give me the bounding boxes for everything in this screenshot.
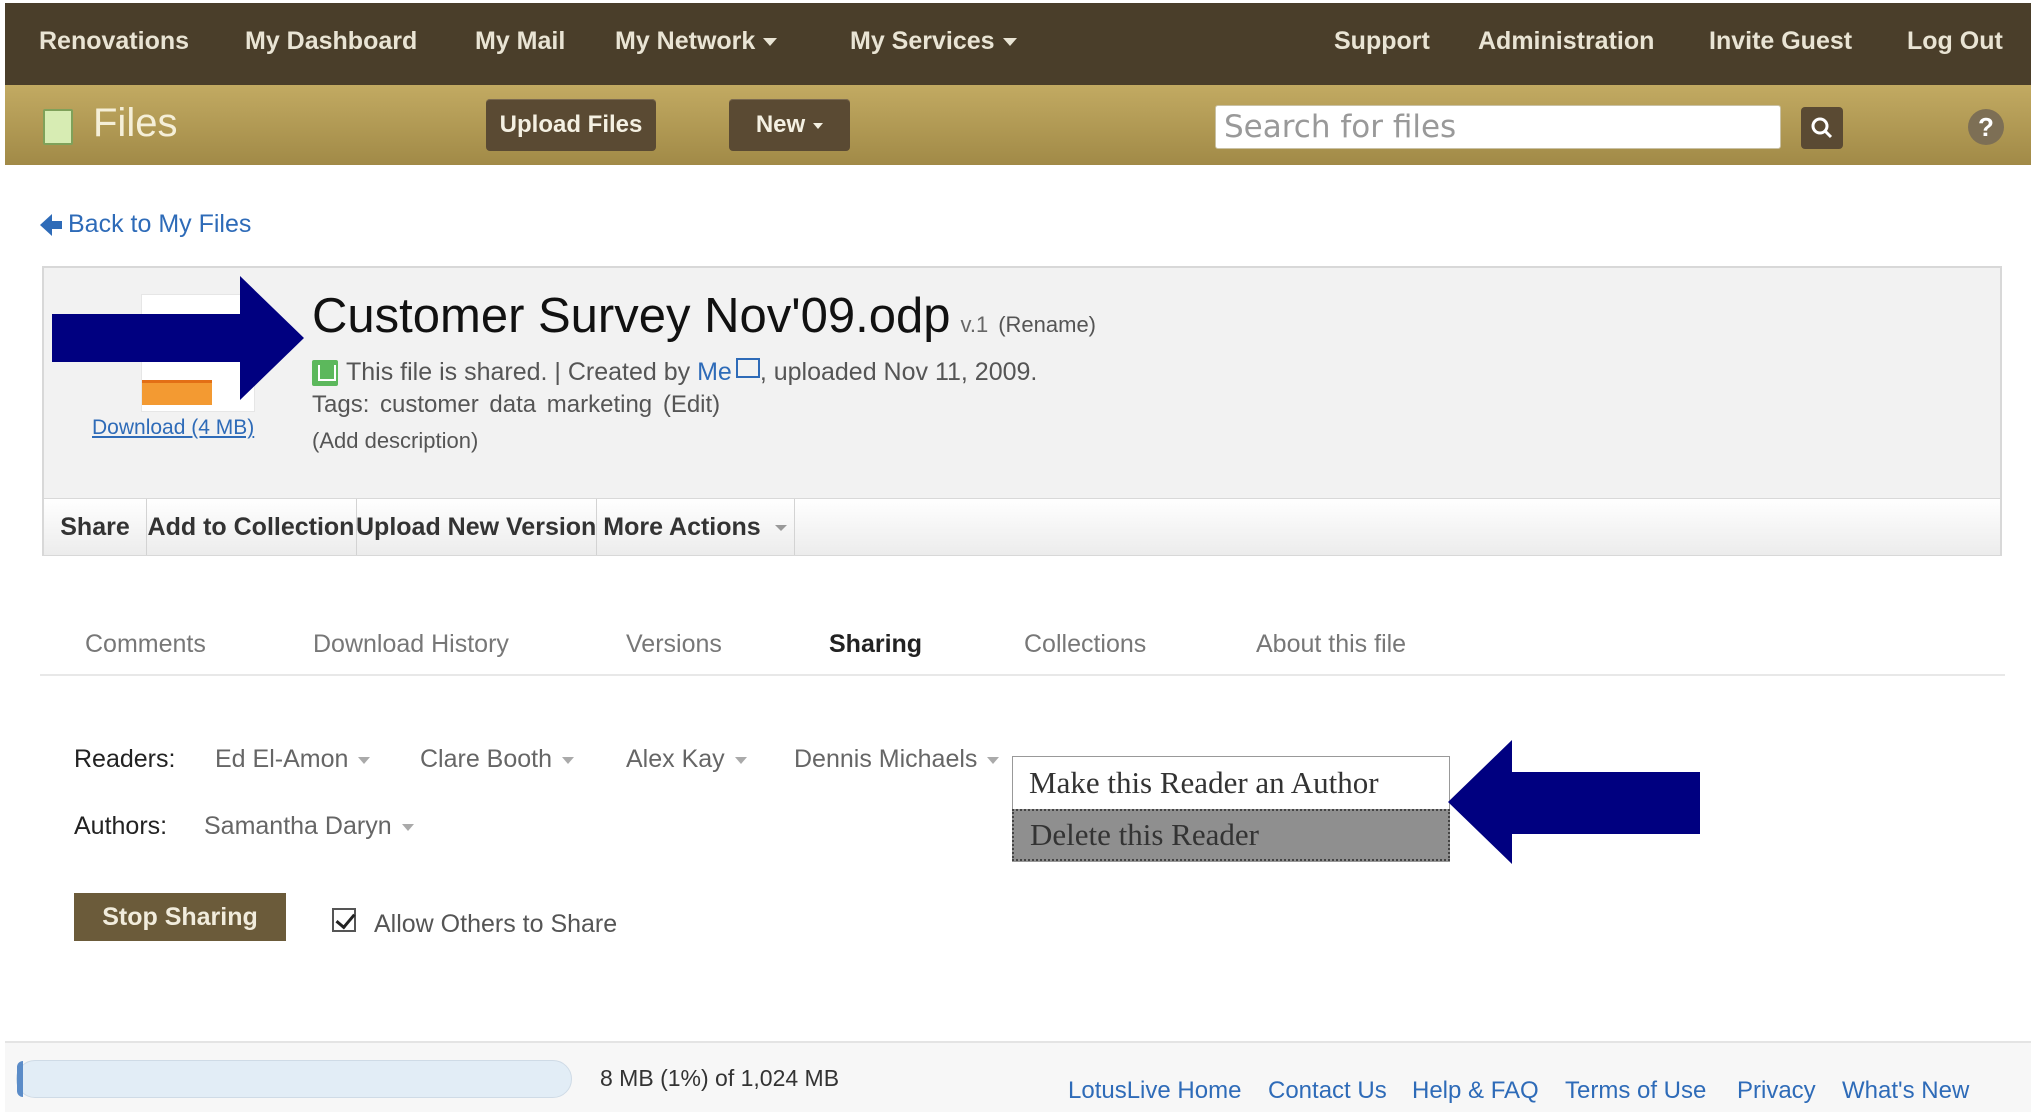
delete-reader-menu-item[interactable]: Delete this Reader bbox=[1012, 809, 1450, 861]
nav-my-services-label: My Services bbox=[850, 27, 995, 55]
share-button[interactable]: Share bbox=[44, 499, 147, 555]
shared-text: This file is shared. | Created by bbox=[346, 358, 698, 386]
make-author-menu-item[interactable]: Make this Reader an Author bbox=[1029, 765, 1379, 801]
download-link[interactable]: Download (4 MB) bbox=[92, 416, 254, 440]
file-name: Customer Survey Nov'09.odp bbox=[312, 289, 951, 343]
document-icon bbox=[43, 109, 73, 145]
vcard-icon[interactable] bbox=[735, 358, 760, 378]
more-actions-label: More Actions bbox=[603, 513, 761, 541]
nav-administration[interactable]: Administration bbox=[1478, 27, 1654, 56]
reader-name: Dennis Michaels bbox=[794, 745, 978, 773]
arrow-right-icon bbox=[52, 276, 304, 400]
add-description-link[interactable]: (Add description) bbox=[312, 428, 478, 454]
edit-tags-link[interactable]: (Edit) bbox=[663, 391, 720, 418]
nav-my-services[interactable]: My Services bbox=[850, 27, 1017, 56]
more-actions-button[interactable]: More Actions bbox=[596, 499, 795, 555]
nav-log-out[interactable]: Log Out bbox=[1907, 27, 2003, 56]
search-button[interactable] bbox=[1801, 107, 1843, 149]
search-input[interactable]: Search for files bbox=[1215, 105, 1781, 149]
reader-name: Alex Kay bbox=[626, 745, 725, 773]
tab-versions[interactable]: Versions bbox=[626, 630, 722, 659]
footer-link-help-faq[interactable]: Help & FAQ bbox=[1412, 1077, 1539, 1105]
footer-link-lotuslive-home[interactable]: LotusLive Home bbox=[1068, 1077, 1241, 1105]
rename-link[interactable]: (Rename) bbox=[998, 312, 1096, 337]
arrow-left-icon bbox=[40, 214, 52, 237]
shared-icon bbox=[312, 360, 338, 387]
delete-reader-label: Delete this Reader bbox=[1030, 817, 1259, 852]
file-tags: Tags: customer data marketing (Edit) bbox=[312, 391, 720, 419]
storage-quota-fill bbox=[17, 1061, 23, 1097]
add-to-collection-button[interactable]: Add to Collection bbox=[146, 499, 357, 555]
files-toolbar: Files Upload Files New Search for files … bbox=[5, 85, 2031, 165]
reader-item[interactable]: Clare Booth bbox=[420, 745, 575, 774]
tab-comments[interactable]: Comments bbox=[85, 630, 206, 659]
chevron-down-icon bbox=[358, 756, 371, 764]
back-link[interactable]: Back to My Files bbox=[40, 210, 251, 239]
storage-quota-text: 8 MB (1%) of 1,024 MB bbox=[600, 1065, 840, 1091]
chevron-down-icon bbox=[763, 38, 778, 47]
readers-label: Readers: bbox=[74, 745, 176, 773]
back-link-label: Back to My Files bbox=[68, 210, 252, 238]
chevron-down-icon bbox=[774, 525, 787, 532]
file-version: v.1 bbox=[960, 312, 989, 337]
tab-about-this-file[interactable]: About this file bbox=[1256, 630, 1406, 659]
file-title: Customer Survey Nov'09.odp v.1 (Rename) bbox=[312, 288, 1096, 344]
reader-item[interactable]: Alex Kay bbox=[626, 745, 747, 774]
creator-link[interactable]: Me bbox=[697, 358, 732, 386]
nav-my-mail[interactable]: My Mail bbox=[475, 27, 565, 56]
chevron-down-icon bbox=[813, 122, 824, 129]
new-button-label: New bbox=[755, 111, 806, 138]
new-button[interactable]: New bbox=[729, 99, 850, 151]
footer-link-contact-us[interactable]: Contact Us bbox=[1268, 1077, 1387, 1105]
file-share-info: This file is shared. | Created by Me , up… bbox=[312, 358, 1037, 387]
nav-invite-guest[interactable]: Invite Guest bbox=[1709, 27, 1852, 56]
author-item[interactable]: Samantha Daryn bbox=[204, 812, 414, 841]
chevron-down-icon bbox=[1002, 38, 1017, 47]
reader-options-menu: Make this Reader an Author Delete this R… bbox=[1012, 756, 1450, 862]
help-icon[interactable]: ? bbox=[1968, 109, 2004, 145]
search-icon bbox=[1811, 117, 1833, 139]
nav-my-dashboard[interactable]: My Dashboard bbox=[245, 27, 417, 56]
reader-item[interactable]: Dennis Michaels bbox=[794, 745, 1000, 774]
files-title: Files bbox=[93, 101, 178, 145]
chevron-down-icon bbox=[562, 756, 575, 764]
author-name: Samantha Daryn bbox=[204, 812, 392, 840]
file-details-panel: Download (4 MB) Customer Survey Nov'09.o… bbox=[42, 266, 2002, 556]
stop-sharing-button[interactable]: Stop Sharing bbox=[74, 893, 286, 941]
upload-files-button[interactable]: Upload Files bbox=[486, 99, 656, 151]
footer-link-terms-of-use[interactable]: Terms of Use bbox=[1565, 1077, 1706, 1105]
footer-link-privacy[interactable]: Privacy bbox=[1737, 1077, 1816, 1105]
authors-label: Authors: bbox=[74, 812, 168, 840]
nav-renovations[interactable]: Renovations bbox=[39, 27, 189, 56]
allow-others-checkbox[interactable] bbox=[332, 908, 356, 932]
tab-sharing[interactable]: Sharing bbox=[829, 630, 922, 659]
chevron-down-icon bbox=[401, 823, 414, 831]
file-action-bar: Share Add to Collection Upload New Versi… bbox=[44, 498, 2000, 555]
chevron-down-icon bbox=[734, 756, 747, 764]
allow-others-label: Allow Others to Share bbox=[374, 910, 618, 938]
tab-download-history[interactable]: Download History bbox=[313, 630, 509, 659]
uploaded-text: , uploaded Nov 11, 2009. bbox=[759, 358, 1038, 386]
nav-my-network[interactable]: My Network bbox=[615, 27, 778, 56]
storage-quota-bar bbox=[16, 1060, 572, 1098]
reader-name: Clare Booth bbox=[420, 745, 553, 773]
top-nav-bar: Renovations My Dashboard My Mail My Netw… bbox=[5, 3, 2031, 85]
upload-new-version-button[interactable]: Upload New Version bbox=[356, 499, 597, 555]
footer-link-whats-new[interactable]: What's New bbox=[1842, 1077, 1969, 1105]
tab-divider bbox=[40, 674, 2005, 676]
reader-item[interactable]: Ed El-Amon bbox=[215, 745, 371, 774]
chevron-down-icon bbox=[987, 756, 1000, 764]
nav-my-network-label: My Network bbox=[615, 27, 756, 55]
nav-support[interactable]: Support bbox=[1334, 27, 1430, 56]
tab-collections[interactable]: Collections bbox=[1024, 630, 1146, 659]
tags-text: Tags: customer data marketing bbox=[312, 391, 653, 418]
reader-name: Ed El-Amon bbox=[215, 745, 349, 773]
arrow-left-icon bbox=[1448, 740, 1700, 864]
